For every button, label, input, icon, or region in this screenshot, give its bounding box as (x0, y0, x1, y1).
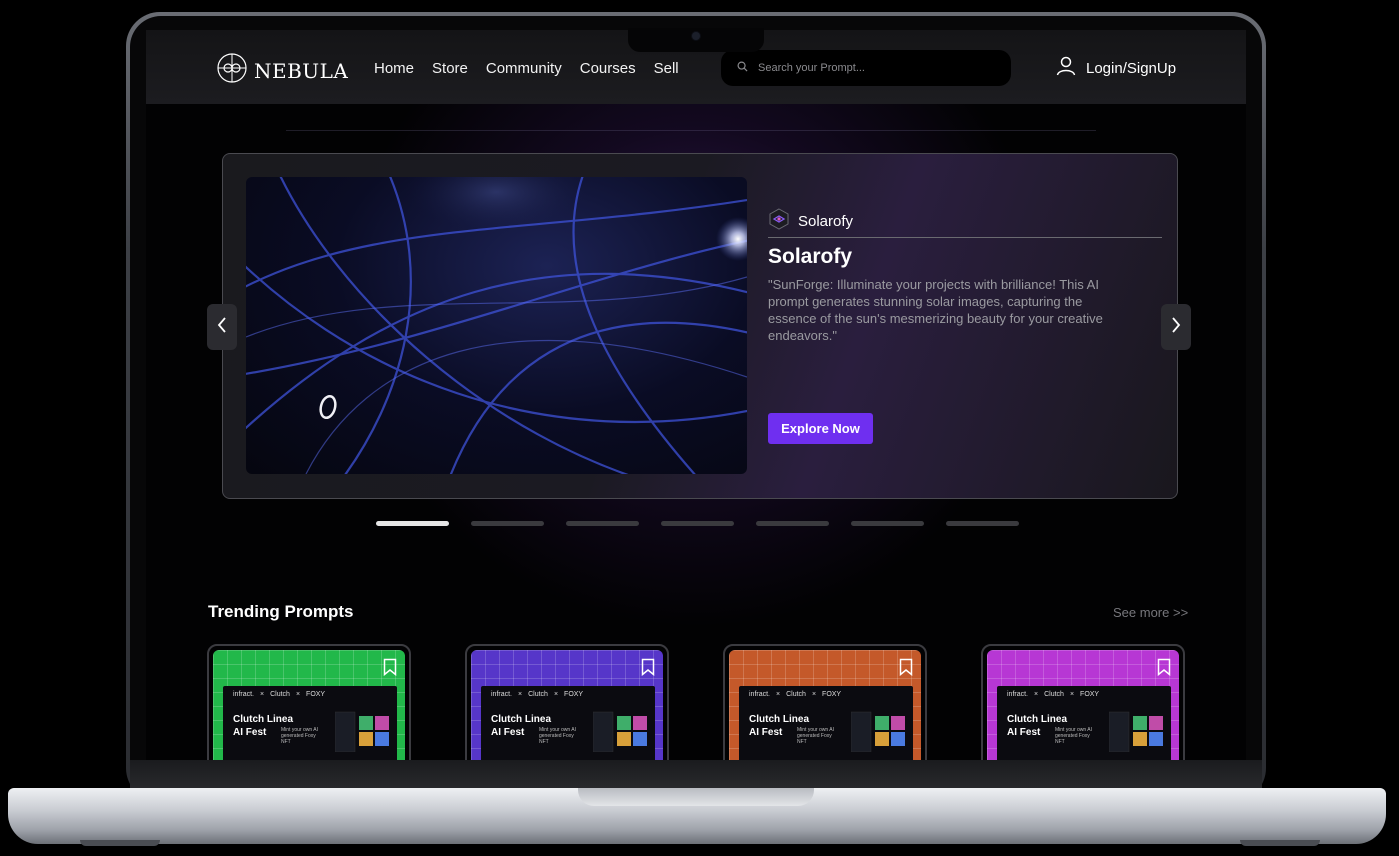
bookmark-icon[interactable] (383, 658, 397, 681)
separator-x-icon: × (776, 691, 781, 698)
prompt-card-subtitle: Mint your own AI generated Foxy NFT (1055, 727, 1092, 745)
login-signup-button[interactable]: Login/SignUp (1056, 56, 1176, 80)
separator-x-icon: × (518, 691, 523, 698)
prompt-card-thumbnails (335, 711, 389, 752)
prompt-card-brands: infract. × Clutch × FOXY (491, 691, 583, 698)
brand-infract: infract. (1007, 691, 1029, 698)
brand-infract: infract. (233, 691, 255, 698)
hero-brand-name: Solarofy (798, 212, 854, 230)
brand-foxy: FOXY (822, 691, 842, 698)
laptop-foot-right (1240, 840, 1320, 846)
prompt-card-brands: infract. × Clutch × FOXY (1007, 691, 1099, 698)
nav-link-sell[interactable]: Sell (654, 60, 679, 77)
brand-clutch: Clutch (528, 691, 548, 698)
brand-clutch: Clutch (786, 691, 806, 698)
prompt-card-thumbnails (593, 711, 647, 752)
brand-name: NEBULA (254, 58, 349, 83)
brand-clutch: Clutch (1044, 691, 1064, 698)
prompt-card-preview: infract. × Clutch × FOXY Clutch Linea AI… (997, 686, 1171, 760)
nav-link-community[interactable]: Community (486, 60, 562, 77)
prompt-card-title-line1: Clutch Linea (749, 714, 810, 725)
laptop-screen: NEBULA Home Store Community Courses Sell… (146, 30, 1246, 760)
hero-description: "SunForge: Illuminate your projects with… (768, 277, 1103, 343)
solarofy-logo-icon (768, 208, 790, 234)
prompt-card-subtitle: Mint your own AI generated Foxy NFT (281, 727, 318, 745)
carousel-indicator-5[interactable] (756, 521, 829, 526)
prompt-card-title-line1: Clutch Linea (491, 714, 552, 725)
laptop-foot-left (80, 840, 160, 846)
chevron-left-icon (216, 316, 228, 338)
brand-foxy: FOXY (1080, 691, 1100, 698)
brand-logo[interactable]: NEBULA (216, 52, 348, 89)
prompt-card-brands: infract. × Clutch × FOXY (749, 691, 841, 698)
user-icon (1056, 56, 1076, 80)
prompt-card-preview: infract. × Clutch × FOXY Clutch Linea AI… (481, 686, 655, 760)
nebula-logo-icon (216, 52, 248, 89)
carousel-indicator-1[interactable] (376, 521, 449, 526)
login-label: Login/SignUp (1086, 59, 1177, 77)
search-bar[interactable] (721, 50, 1011, 86)
prompt-card[interactable]: infract. × Clutch × FOXY Clutch Linea AI… (981, 644, 1185, 760)
prompt-card-preview: infract. × Clutch × FOXY Clutch Linea AI… (739, 686, 913, 760)
prompt-card-thumbnails (1109, 711, 1163, 752)
webcam (692, 32, 700, 40)
carousel-indicator-6[interactable] (851, 521, 924, 526)
laptop-base-notch (578, 788, 814, 806)
hero-brand: Solarofy (768, 208, 853, 234)
prompt-card-title-line1: Clutch Linea (1007, 714, 1068, 725)
background-gridline (286, 130, 1096, 131)
chevron-right-icon (1170, 316, 1182, 338)
prompt-card[interactable]: infract. × Clutch × FOXY Clutch Linea AI… (207, 644, 411, 760)
carousel-indicator-4[interactable] (661, 521, 734, 526)
prompt-card[interactable]: infract. × Clutch × FOXY Clutch Linea AI… (465, 644, 669, 760)
prompt-card-preview: infract. × Clutch × FOXY Clutch Linea AI… (223, 686, 397, 760)
carousel-indicator-2[interactable] (471, 521, 544, 526)
carousel-indicator-7[interactable] (946, 521, 1019, 526)
prompt-card-subtitle: Mint your own AI generated Foxy NFT (797, 727, 834, 745)
separator-x-icon: × (1069, 691, 1075, 698)
explore-now-button[interactable]: Explore Now (768, 413, 873, 444)
separator-x-icon: × (260, 691, 265, 698)
separator-x-icon: × (1034, 691, 1039, 698)
hero-divider (768, 237, 1162, 238)
see-more-link[interactable]: See more >> (1113, 605, 1188, 620)
brand-clutch: Clutch (270, 691, 290, 698)
brand-foxy: FOXY (564, 691, 584, 698)
trending-prompts-heading: Trending Prompts (208, 602, 354, 621)
nav-link-home[interactable]: Home (374, 60, 414, 77)
separator-x-icon: × (811, 691, 817, 698)
carousel-indicators (376, 521, 1019, 526)
carousel-prev-button[interactable] (207, 304, 237, 350)
brand-infract: infract. (749, 691, 771, 698)
search-input[interactable] (756, 61, 980, 75)
separator-x-icon: × (295, 691, 301, 698)
prompt-card-thumbnails (851, 711, 905, 752)
bookmark-icon[interactable] (641, 658, 655, 681)
carousel-indicator-3[interactable] (566, 521, 639, 526)
nav-link-store[interactable]: Store (432, 60, 468, 77)
hero-image (246, 177, 747, 474)
prompt-card-brands: infract. × Clutch × FOXY (233, 691, 325, 698)
prompt-card-title-line1: Clutch Linea (233, 714, 294, 725)
search-icon (737, 59, 748, 77)
nav-links: Home Store Community Courses Sell (374, 60, 679, 77)
hero-title: Solarofy (768, 245, 853, 268)
bookmark-icon[interactable] (899, 658, 913, 681)
separator-x-icon: × (553, 691, 559, 698)
brand-foxy: FOXY (306, 691, 326, 698)
prompt-card-subtitle: Mint your own AI generated Foxy NFT (539, 727, 576, 745)
carousel-next-button[interactable] (1161, 304, 1191, 350)
nav-link-courses[interactable]: Courses (580, 60, 636, 77)
brand-infract: infract. (491, 691, 513, 698)
prompt-card[interactable]: infract. × Clutch × FOXY Clutch Linea AI… (723, 644, 927, 760)
bookmark-icon[interactable] (1157, 658, 1171, 681)
